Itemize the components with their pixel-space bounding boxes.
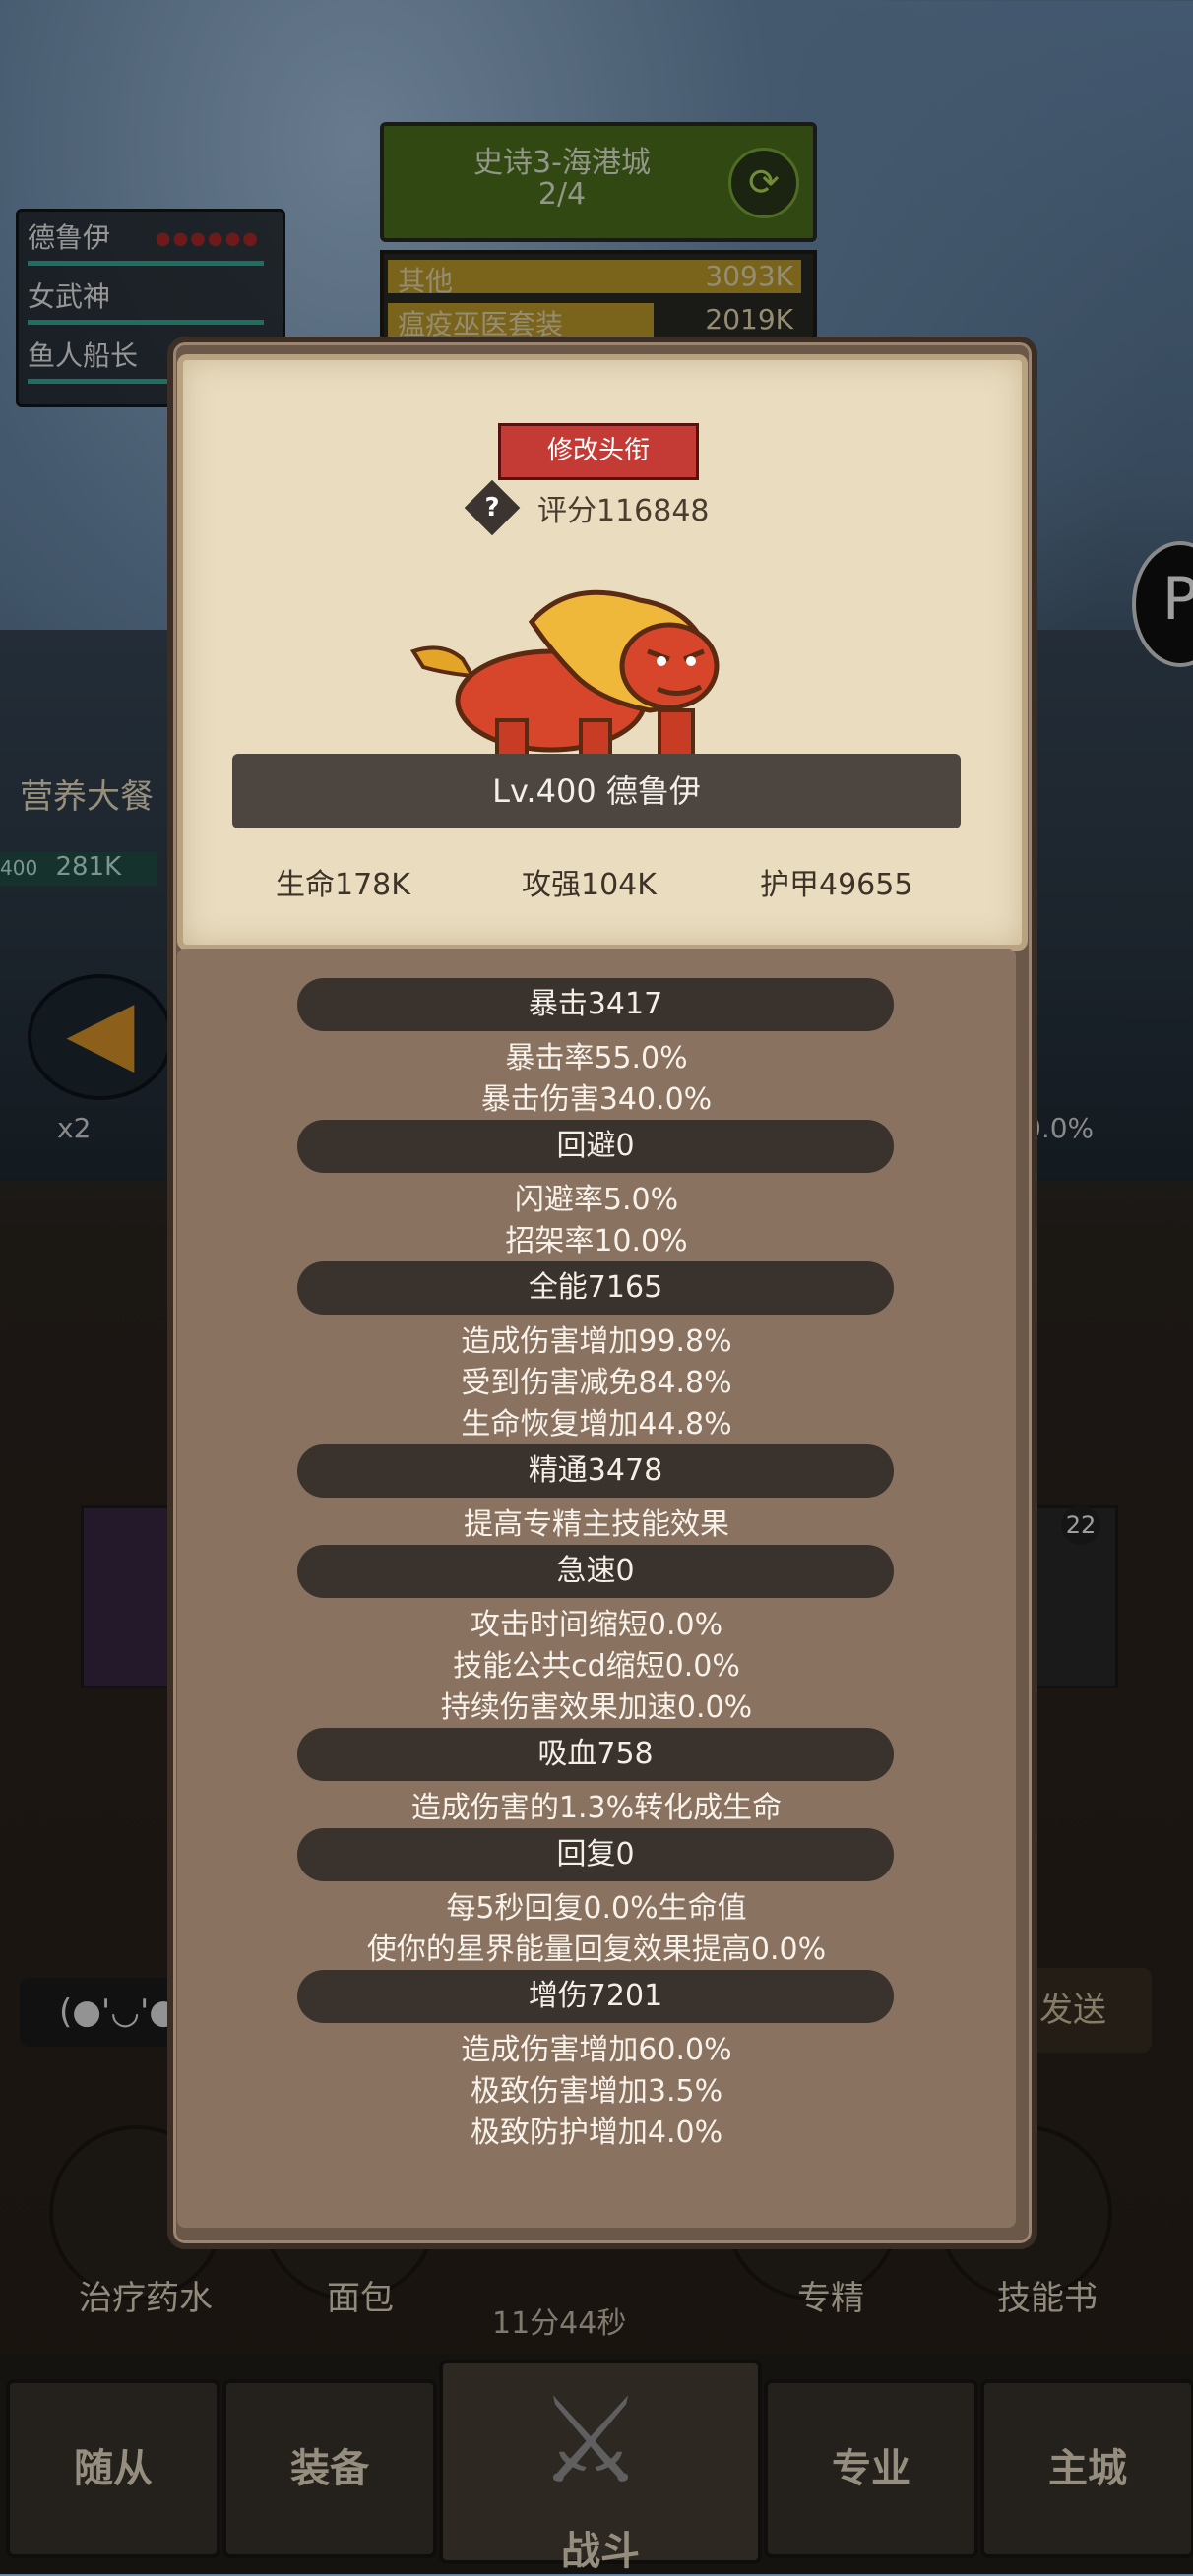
section-dodge: 回避0 [297,1120,894,1173]
section-haste: 急速0 [297,1545,894,1598]
stat-line: 造成伤害的1.3%转化成生命 [410,1791,783,1825]
stat-line: 持续伤害效果加速0.0% [440,1690,753,1725]
stat-line: 招架率10.0% [505,1224,688,1258]
stat-line: 受到伤害减免84.8% [461,1366,732,1400]
stat-line: 使你的星界能量回复效果提高0.0% [366,1932,827,1967]
stat-line: 造成伤害增加60.0% [461,2033,732,2067]
section-regeneration: 回复0 [297,1828,894,1881]
stat-line: 极致防护增加4.0% [470,2116,723,2150]
stat-armor: 护甲49655 [760,868,913,902]
stat-line: 攻击时间缩短0.0% [470,1608,723,1642]
section-lifesteal: 吸血758 [297,1728,894,1781]
stat-line: 暴击率55.0% [505,1041,688,1075]
stat-hp: 生命178K [276,868,410,902]
section-versatility: 全能7165 [297,1261,894,1315]
question-mark-icon: ? [484,493,500,522]
stat-line: 技能公共cd缩短0.0% [453,1649,740,1684]
section-critical: 暴击3417 [297,978,894,1031]
stat-line: 每5秒回复0.0%生命值 [446,1891,747,1926]
stat-line: 闪避率5.0% [514,1183,679,1217]
stat-line: 极致伤害增加3.5% [470,2074,723,2109]
change-title-button[interactable]: 修改头衔 [498,423,699,480]
stat-line: 生命恢复增加44.8% [461,1407,732,1441]
section-mastery: 精通3478 [297,1444,894,1498]
section-damage-boost: 增伤7201 [297,1970,894,2023]
hero-name-bar: Lv.400 德鲁伊 [232,754,961,828]
stat-line: 造成伤害增加99.8% [461,1324,732,1359]
score-text: 评分116848 [537,494,710,528]
stat-attack: 攻强104K [522,868,657,902]
hero-portrait [409,589,720,762]
stat-line: 提高专精主技能效果 [464,1507,729,1542]
stat-line: 暴击伤害340.0% [480,1082,713,1117]
